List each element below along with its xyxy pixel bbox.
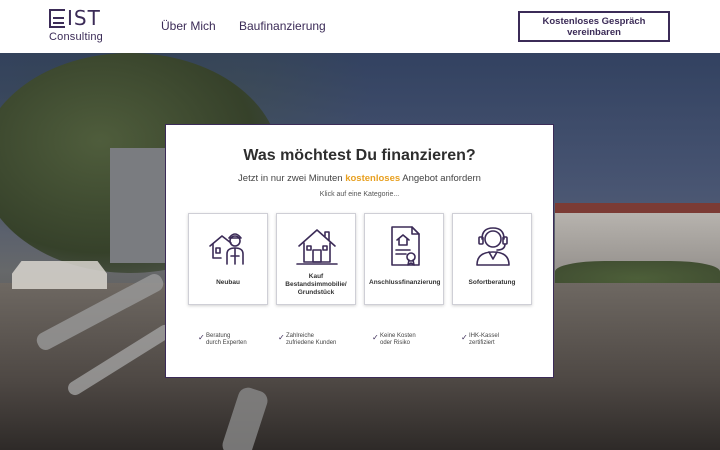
option-label: Sofortberatung xyxy=(468,279,516,286)
trust-item: ✓ IHK-Kassel zertifiziert xyxy=(461,333,549,347)
logo-mark: IST xyxy=(49,6,111,30)
trust-line: durch Experten xyxy=(206,340,247,346)
hero-building-left xyxy=(110,148,165,263)
trust-line: zufriedene Kunden xyxy=(286,340,337,346)
logo-text: IST xyxy=(67,6,101,30)
trust-line: oder Risiko xyxy=(380,340,411,346)
card-subtitle-highlight: kostenloses xyxy=(345,173,401,184)
option-label: Anschlussfinanzierung xyxy=(369,279,441,286)
logo[interactable]: IST Consulting xyxy=(49,6,111,45)
card-subtitle-pre: Jetzt in nur zwei Minuten xyxy=(238,173,346,184)
logo-subtitle: Consulting xyxy=(49,31,103,43)
house-icon xyxy=(296,229,338,265)
option-label: Neubau xyxy=(216,279,240,286)
trust-line: Zahlreiche xyxy=(286,333,315,339)
site-header: IST Consulting Über Mich Baufinanzierung… xyxy=(0,0,720,53)
worker-house-icon xyxy=(209,233,244,265)
trust-line: Keine Kosten xyxy=(380,333,416,339)
document-house-icon xyxy=(391,226,420,266)
trust-line: Beratung xyxy=(206,333,231,339)
headset-agent-icon xyxy=(476,227,510,266)
check-icon: ✓ xyxy=(461,333,468,342)
trust-item: ✓ Zahlreiche zufriedene Kunden xyxy=(278,333,366,347)
free-consultation-button[interactable]: Kostenloses Gespräch vereinbaren xyxy=(518,11,670,42)
card-subtitle: Jetzt in nur zwei Minuten kostenloses An… xyxy=(166,173,553,184)
financing-selector-card: Was möchtest Du finanzieren? Jetzt in nu… xyxy=(165,124,554,378)
nav-baufinanzierung[interactable]: Baufinanzierung xyxy=(239,19,326,33)
option-neubau[interactable]: Neubau xyxy=(188,213,268,305)
option-kauf-bestandsimmobilie[interactable]: Kauf Bestandsimmobilie/ Grundstück xyxy=(276,213,356,305)
card-subtitle-post: Angebot anfordern xyxy=(400,173,481,184)
hero-tent xyxy=(12,261,107,289)
trust-item: ✓ Keine Kosten oder Risiko xyxy=(372,333,460,347)
card-title: Was möchtest Du finanzieren? xyxy=(243,147,476,164)
option-sofortberatung[interactable]: Sofortberatung xyxy=(452,213,532,305)
check-icon: ✓ xyxy=(372,333,379,342)
option-label: Kauf Bestandsimmobilie/ Grundstück xyxy=(285,273,347,296)
check-icon: ✓ xyxy=(278,333,285,342)
check-icon: ✓ xyxy=(198,333,205,342)
card-hint: Klick auf eine Kategorie... xyxy=(319,191,400,198)
nav-ueber-mich[interactable]: Über Mich xyxy=(161,19,216,33)
logo-e-icon xyxy=(49,9,65,28)
trust-line: IHK-Kassel xyxy=(469,333,500,339)
trust-item: ✓ Beratung durch Experten xyxy=(198,333,286,347)
trust-line: zertifiziert xyxy=(469,340,495,346)
option-anschlussfinanzierung[interactable]: Anschlussfinanzierung xyxy=(364,213,444,305)
